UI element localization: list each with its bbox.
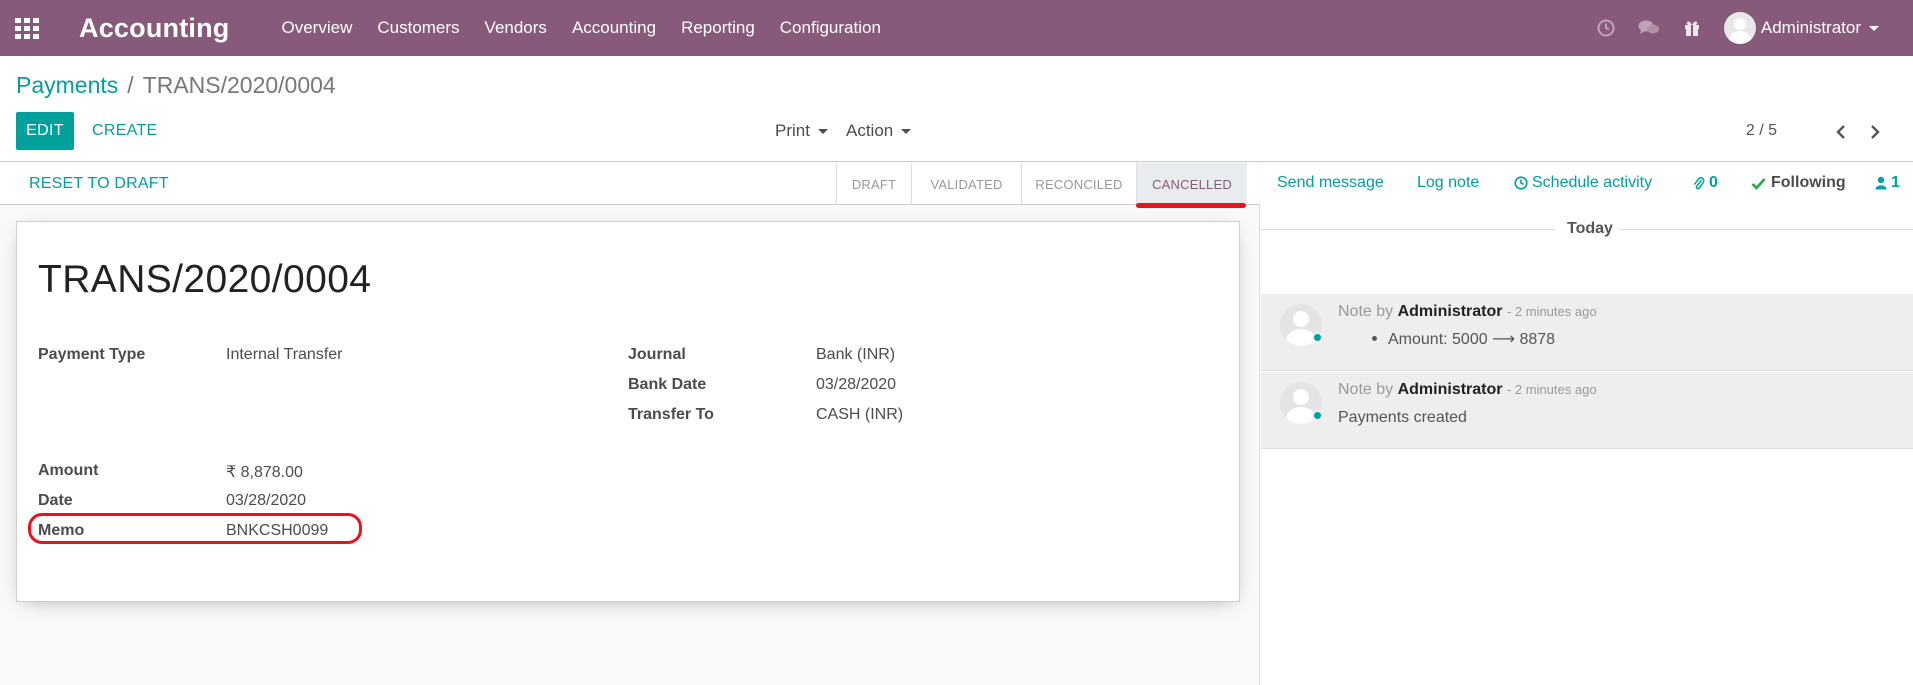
app-title: Accounting (79, 12, 230, 43)
breadcrumb-separator: / (127, 72, 134, 98)
journal-label: Journal (628, 346, 686, 363)
print-dropdown[interactable]: Print (775, 112, 828, 150)
user-menu[interactable]: Administrator (1723, 12, 1879, 44)
following-label: Following (1771, 174, 1846, 191)
message-tracking-value: Amount: 5000 ⟶ 8878 (1388, 331, 1556, 348)
day-separator-label: Today (1567, 220, 1613, 237)
pager-value[interactable]: 2 / 5 (1746, 112, 1777, 150)
online-status-dot (1312, 410, 1323, 421)
payment-type-value: Internal Transfer (226, 346, 343, 363)
message-prefix: Note by (1338, 381, 1394, 398)
message-author[interactable]: Administrator (1398, 381, 1503, 398)
date-label: Date (38, 492, 73, 509)
message-prefix: Note by (1338, 303, 1394, 320)
check-icon (1751, 177, 1766, 190)
chevron-down-icon (1869, 25, 1879, 31)
chevron-right-icon (1871, 125, 1880, 139)
payment-type-label: Payment Type (38, 346, 146, 363)
record-title: TRANS/2020/0004 (38, 258, 372, 301)
menu-item-vendors[interactable]: Vendors (485, 18, 547, 38)
chatter-message: Note by Administrator - 2 minutes ago Pa… (1261, 372, 1913, 449)
message-header: Note by Administrator - 2 minutes ago (1338, 381, 1597, 399)
gift-icon[interactable] (1681, 17, 1703, 39)
reset-to-draft-button[interactable]: RESET TO DRAFT (29, 163, 169, 205)
message-time: - 2 minutes ago (1506, 382, 1597, 397)
edit-button[interactable]: EDIT (16, 112, 74, 150)
breadcrumb: Payments / TRANS/2020/0004 (16, 72, 336, 99)
top-navbar: Accounting Overview Customers Vendors Ac… (0, 0, 1913, 56)
annotation-underline (1136, 203, 1246, 208)
menu-item-accounting[interactable]: Accounting (572, 18, 656, 38)
date-value: 03/28/2020 (226, 492, 307, 509)
systray: Administrator (1595, 0, 1913, 56)
message-time: - 2 minutes ago (1506, 304, 1597, 319)
followers-button[interactable]: 1 (1875, 174, 1900, 192)
journal-value: Bank (INR) (816, 346, 896, 363)
paperclip-icon (1693, 176, 1705, 189)
form-sheet: TRANS/2020/0004 Payment Type Internal Tr… (16, 221, 1240, 602)
bank-date-value: 03/28/2020 (816, 376, 897, 393)
schedule-activity-label: Schedule activity (1532, 174, 1653, 191)
status-steps: DRAFT VALIDATED RECONCILED CANCELLED (836, 163, 1247, 205)
print-label: Print (775, 121, 810, 140)
chatter-message: Note by Administrator - 2 minutes ago Am… (1261, 294, 1913, 371)
schedule-activity-button[interactable]: Schedule activity (1514, 174, 1652, 192)
attachments-count: 0 (1709, 174, 1718, 191)
avatar (1723, 12, 1756, 44)
user-icon (1875, 176, 1887, 190)
menu-item-reporting[interactable]: Reporting (681, 18, 755, 38)
chat-icon[interactable] (1638, 17, 1660, 39)
pager-previous-button[interactable] (1830, 121, 1852, 143)
message-body: Amount: 5000 ⟶ 8878 (1372, 329, 1556, 349)
followers-count: 1 (1891, 174, 1900, 191)
status-step-reconciled[interactable]: RECONCILED (1021, 163, 1136, 205)
menu-item-configuration[interactable]: Configuration (780, 18, 881, 38)
chevron-left-icon (1836, 125, 1845, 139)
statusbar: RESET TO DRAFT DRAFT VALIDATED RECONCILE… (0, 163, 1260, 208)
status-step-draft[interactable]: DRAFT (836, 163, 911, 205)
status-step-cancelled[interactable]: CANCELLED (1136, 163, 1247, 205)
message-author[interactable]: Administrator (1398, 303, 1503, 320)
form-view: RESET TO DRAFT DRAFT VALIDATED RECONCILE… (0, 163, 1260, 685)
breadcrumb-current: TRANS/2020/0004 (142, 72, 336, 98)
control-panel: Payments / TRANS/2020/0004 EDIT CREATE P… (0, 56, 1913, 162)
menu-item-overview[interactable]: Overview (282, 18, 353, 38)
bank-date-label: Bank Date (628, 376, 707, 393)
amount-label: Amount (38, 462, 99, 479)
bullet (1372, 336, 1377, 341)
menu-item-customers[interactable]: Customers (377, 18, 459, 38)
clock-icon[interactable] (1595, 17, 1617, 39)
message-body: Payments created (1338, 409, 1467, 426)
transfer-to-label: Transfer To (628, 406, 714, 423)
annotation-ellipse (28, 513, 362, 544)
day-separator: Today (1261, 218, 1913, 240)
log-note-button[interactable]: Log note (1417, 174, 1479, 192)
user-name: Administrator (1760, 18, 1861, 37)
action-dropdown[interactable]: Action (846, 112, 912, 150)
create-button[interactable]: CREATE (92, 112, 158, 150)
transfer-to-value: CASH (INR) (816, 406, 904, 423)
following-button[interactable]: Following (1751, 174, 1846, 192)
amount-value: ₹ 8,878.00 (226, 464, 303, 481)
pager-next-button[interactable] (1864, 121, 1886, 143)
clock-icon (1514, 176, 1528, 190)
status-step-validated[interactable]: VALIDATED (911, 163, 1021, 205)
apps-grid-icon[interactable] (15, 18, 41, 39)
online-status-dot (1312, 332, 1323, 343)
message-header: Note by Administrator - 2 minutes ago (1338, 303, 1597, 321)
attachments-button[interactable]: 0 (1693, 174, 1718, 192)
send-message-button[interactable]: Send message (1277, 174, 1384, 192)
breadcrumb-payments-link[interactable]: Payments (16, 72, 118, 99)
main-menu: Overview Customers Vendors Accounting Re… (282, 18, 906, 38)
chatter: Send message Log note Schedule activity … (1261, 163, 1913, 685)
chevron-down-icon (901, 128, 912, 134)
action-label: Action (846, 121, 894, 140)
chevron-down-icon (817, 128, 828, 134)
